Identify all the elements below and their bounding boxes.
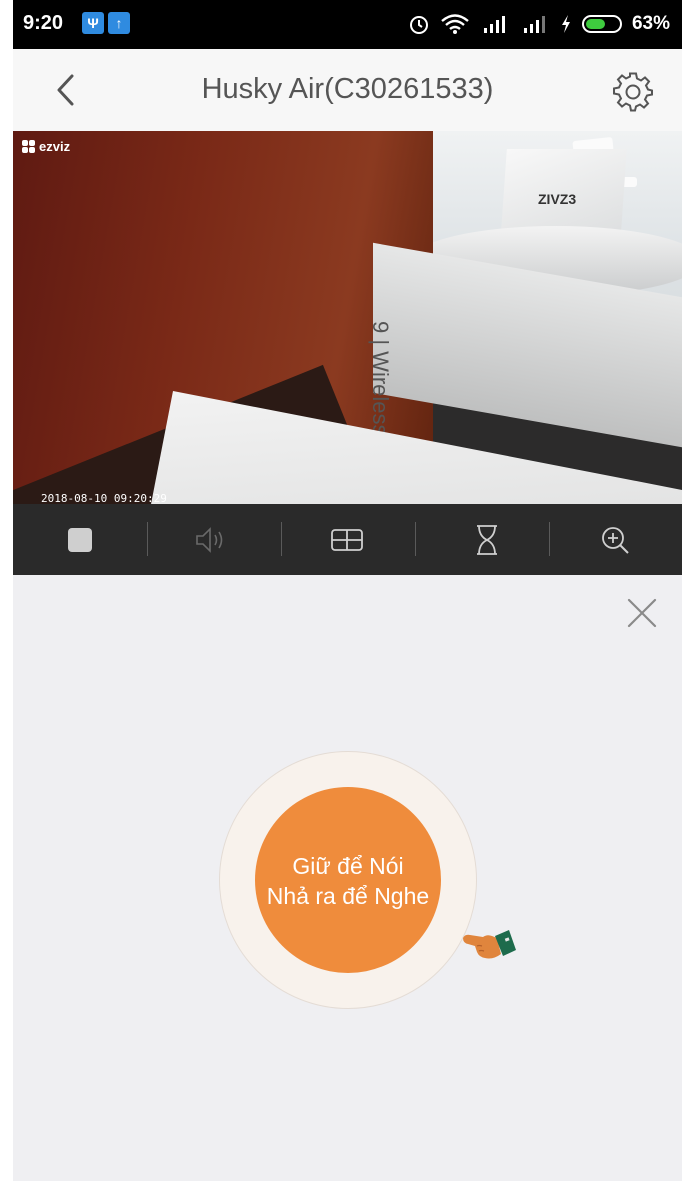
close-button[interactable] bbox=[624, 595, 660, 631]
stop-button[interactable] bbox=[62, 522, 98, 558]
toolbar-divider bbox=[281, 522, 282, 556]
signal-icon bbox=[523, 16, 545, 33]
playback-button[interactable] bbox=[469, 522, 505, 558]
status-time: 9:20 bbox=[23, 12, 64, 34]
grid-icon bbox=[331, 529, 363, 551]
push-to-talk-button[interactable] bbox=[255, 787, 441, 973]
settings-button[interactable] bbox=[612, 71, 654, 113]
status-icons: 63% bbox=[408, 10, 670, 38]
logo-text: ezviz bbox=[39, 139, 71, 154]
page-title: Husky Air(C30261533) bbox=[201, 73, 494, 105]
speaker-icon bbox=[196, 527, 223, 553]
wifi-icon bbox=[441, 14, 469, 34]
zoom-in-icon bbox=[602, 527, 629, 554]
toolbar-divider bbox=[147, 522, 148, 556]
hourglass-icon bbox=[477, 525, 497, 555]
live-video[interactable]: ZIVZ3 9 | Wireless Siren ezviz 2018-08-1… bbox=[13, 131, 682, 504]
layout-button[interactable] bbox=[329, 522, 365, 558]
talk-label-release: Nhả ra để Nghe bbox=[266, 883, 430, 909]
header-bar: Husky Air(C30261533) bbox=[13, 49, 682, 131]
battery-percent: 63% bbox=[631, 13, 670, 34]
toolbar-divider bbox=[415, 522, 416, 556]
logo-mark bbox=[22, 139, 36, 154]
talk-panel: Giữ để Nói Nhả ra để Nghe bbox=[13, 575, 682, 1181]
usb-icon: Ψ bbox=[82, 12, 104, 34]
toolbar-divider bbox=[549, 522, 550, 556]
video-timestamp: 2018-08-10 09:20:29 bbox=[41, 492, 167, 504]
zoom-button[interactable] bbox=[597, 522, 633, 558]
charging-icon bbox=[561, 15, 570, 33]
battery-icon bbox=[581, 15, 622, 33]
status-bar: 9:20 Ψ ↑ 63% bbox=[13, 0, 682, 49]
close-icon bbox=[627, 598, 657, 628]
ezviz-logo: ezviz bbox=[22, 139, 70, 154]
box-label: ZIVZ3 bbox=[538, 191, 577, 207]
battery-fill bbox=[585, 19, 605, 29]
video-toolbar bbox=[13, 504, 682, 575]
pointing-hand-icon bbox=[463, 930, 516, 959]
upload-icon: ↑ bbox=[108, 12, 130, 34]
speaker-button[interactable] bbox=[193, 522, 229, 558]
stop-icon bbox=[68, 528, 92, 552]
talk-label-hold: Giữ để Nói bbox=[292, 853, 404, 879]
gear-icon bbox=[613, 72, 653, 112]
app-frame: 9:20 Ψ ↑ 63% Husky Air(C30261533) ZIVZ3 … bbox=[13, 0, 682, 1181]
alarm-icon bbox=[409, 16, 428, 34]
signal-icon bbox=[483, 16, 505, 33]
